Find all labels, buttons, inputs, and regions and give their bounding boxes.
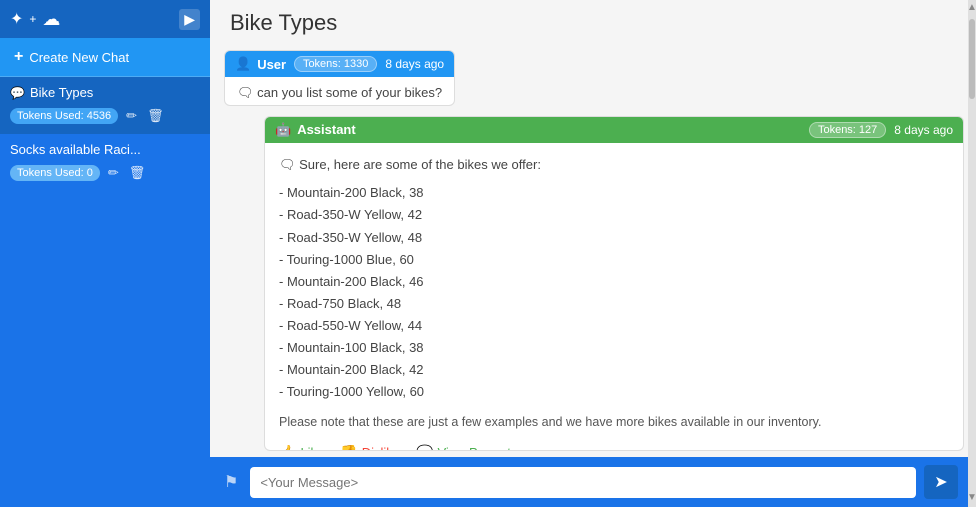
assistant-note: Please note that these are just a few ex… (279, 411, 949, 434)
view-prompt-label: View Prompt (437, 445, 510, 451)
send-button[interactable]: ➤ (924, 465, 958, 499)
like-button[interactable]: 👍 Like (279, 444, 324, 451)
page-title-bar: Bike Types (210, 0, 968, 42)
page-title: Bike Types (230, 10, 948, 36)
create-new-chat-label: Create New Chat (29, 50, 129, 65)
like-label: Like (300, 445, 324, 451)
assistant-message-header: 🤖 Assistant Tokens: 127 8 days ago (265, 117, 963, 143)
right-scrollbar: ▲ ▼ (968, 0, 976, 507)
sidebar-header: ✦ + ☁ ▶ (0, 0, 210, 38)
user-message-text: 🗨 can you list some of your bikes? (237, 85, 442, 100)
delete-icon[interactable]: 🗑 (127, 163, 148, 183)
sidebar-item-bike-types[interactable]: 💬 Bike Types Tokens Used: 4536 ✏ 🗑 (0, 77, 210, 134)
scroll-down-arrow[interactable]: ▼ (967, 490, 976, 505)
sidebar-item-socks[interactable]: Socks available Raci... Tokens Used: 0 ✏… (0, 134, 210, 191)
create-new-chat-button[interactable]: + Create New Chat (0, 38, 210, 77)
chat-title: Bike Types (30, 85, 93, 100)
feedback-row: 👍 Like 👎 Dislike 💬 View Prompt (279, 444, 949, 451)
main-content: Bike Types 👤 User Tokens: 1330 8 days ag… (210, 0, 968, 507)
assistant-tokens: Tokens: 127 (809, 122, 886, 138)
tokens-badge: Tokens Used: 0 (10, 165, 100, 181)
plus-small-icon: + (29, 12, 36, 26)
dislike-button[interactable]: 👎 Dislike (340, 444, 400, 451)
user-tokens: Tokens: 1330 (294, 56, 377, 72)
user-sender-label: User (257, 57, 286, 72)
scroll-up-arrow[interactable]: ▲ (967, 0, 976, 15)
message-input[interactable] (250, 467, 916, 498)
dislike-icon: 👎 (340, 444, 357, 451)
dislike-label: Dislike (362, 445, 400, 451)
chat-icon: 💬 (10, 86, 25, 100)
bike-list-item: - Mountain-200 Black, 42 (279, 359, 949, 381)
bike-list-item: - Road-550-W Yellow, 44 (279, 315, 949, 337)
send-icon-left: ⚑ (220, 468, 242, 496)
view-prompt-button[interactable]: 💬 View Prompt (416, 444, 511, 451)
forward-icon[interactable]: ▶ (179, 9, 200, 30)
assistant-icon: 🤖 (275, 122, 291, 138)
assistant-timestamp: 8 days ago (894, 123, 953, 137)
bike-list-item: - Touring-1000 Blue, 60 (279, 249, 949, 271)
user-timestamp: 8 days ago (385, 57, 444, 71)
star-icon: ✦ (10, 9, 23, 29)
message-input-area: ⚑ ➤ (210, 457, 968, 507)
bike-list: - Mountain-200 Black, 38- Road-350-W Yel… (279, 182, 949, 403)
user-message-header: 👤 User Tokens: 1330 8 days ago (225, 51, 454, 77)
send-arrow-icon: ➤ (934, 472, 947, 492)
assistant-message: 🤖 Assistant Tokens: 127 8 days ago 🗨 Sur… (264, 116, 964, 451)
edit-icon[interactable]: ✏ (124, 106, 139, 126)
sidebar-logo-area: ✦ + ☁ (10, 9, 60, 30)
view-icon: 💬 (416, 444, 433, 451)
bike-list-item: - Road-350-W Yellow, 48 (279, 227, 949, 249)
chat-title: Socks available Raci... (10, 142, 141, 157)
chat-area: 👤 User Tokens: 1330 8 days ago 🗨 can you… (210, 42, 968, 457)
bike-list-item: - Mountain-200 Black, 38 (279, 182, 949, 204)
edit-icon[interactable]: ✏ (106, 163, 121, 183)
bike-list-item: - Road-350-W Yellow, 42 (279, 204, 949, 226)
assistant-message-body: 🗨 Sure, here are some of the bikes we of… (265, 143, 963, 451)
delete-icon[interactable]: 🗑 (145, 106, 166, 126)
assistant-sender-label: Assistant (297, 122, 356, 137)
sidebar: ✦ + ☁ ▶ + Create New Chat 💬 Bike Types T… (0, 0, 210, 507)
user-message: 👤 User Tokens: 1330 8 days ago 🗨 can you… (224, 50, 455, 106)
tokens-badge: Tokens Used: 4536 (10, 108, 118, 124)
assistant-intro: 🗨 Sure, here are some of the bikes we of… (279, 153, 949, 176)
bike-list-item: - Touring-1000 Yellow, 60 (279, 381, 949, 403)
bike-list-item: - Road-750 Black, 48 (279, 293, 949, 315)
user-message-body: 🗨 can you list some of your bikes? (225, 77, 454, 106)
like-icon: 👍 (279, 444, 296, 451)
user-icon: 👤 (235, 56, 251, 72)
bike-list-item: - Mountain-100 Black, 38 (279, 337, 949, 359)
bike-list-item: - Mountain-200 Black, 46 (279, 271, 949, 293)
plus-icon: + (14, 48, 23, 66)
cloud-icon: ☁ (42, 9, 60, 30)
scroll-thumb[interactable] (969, 19, 975, 99)
